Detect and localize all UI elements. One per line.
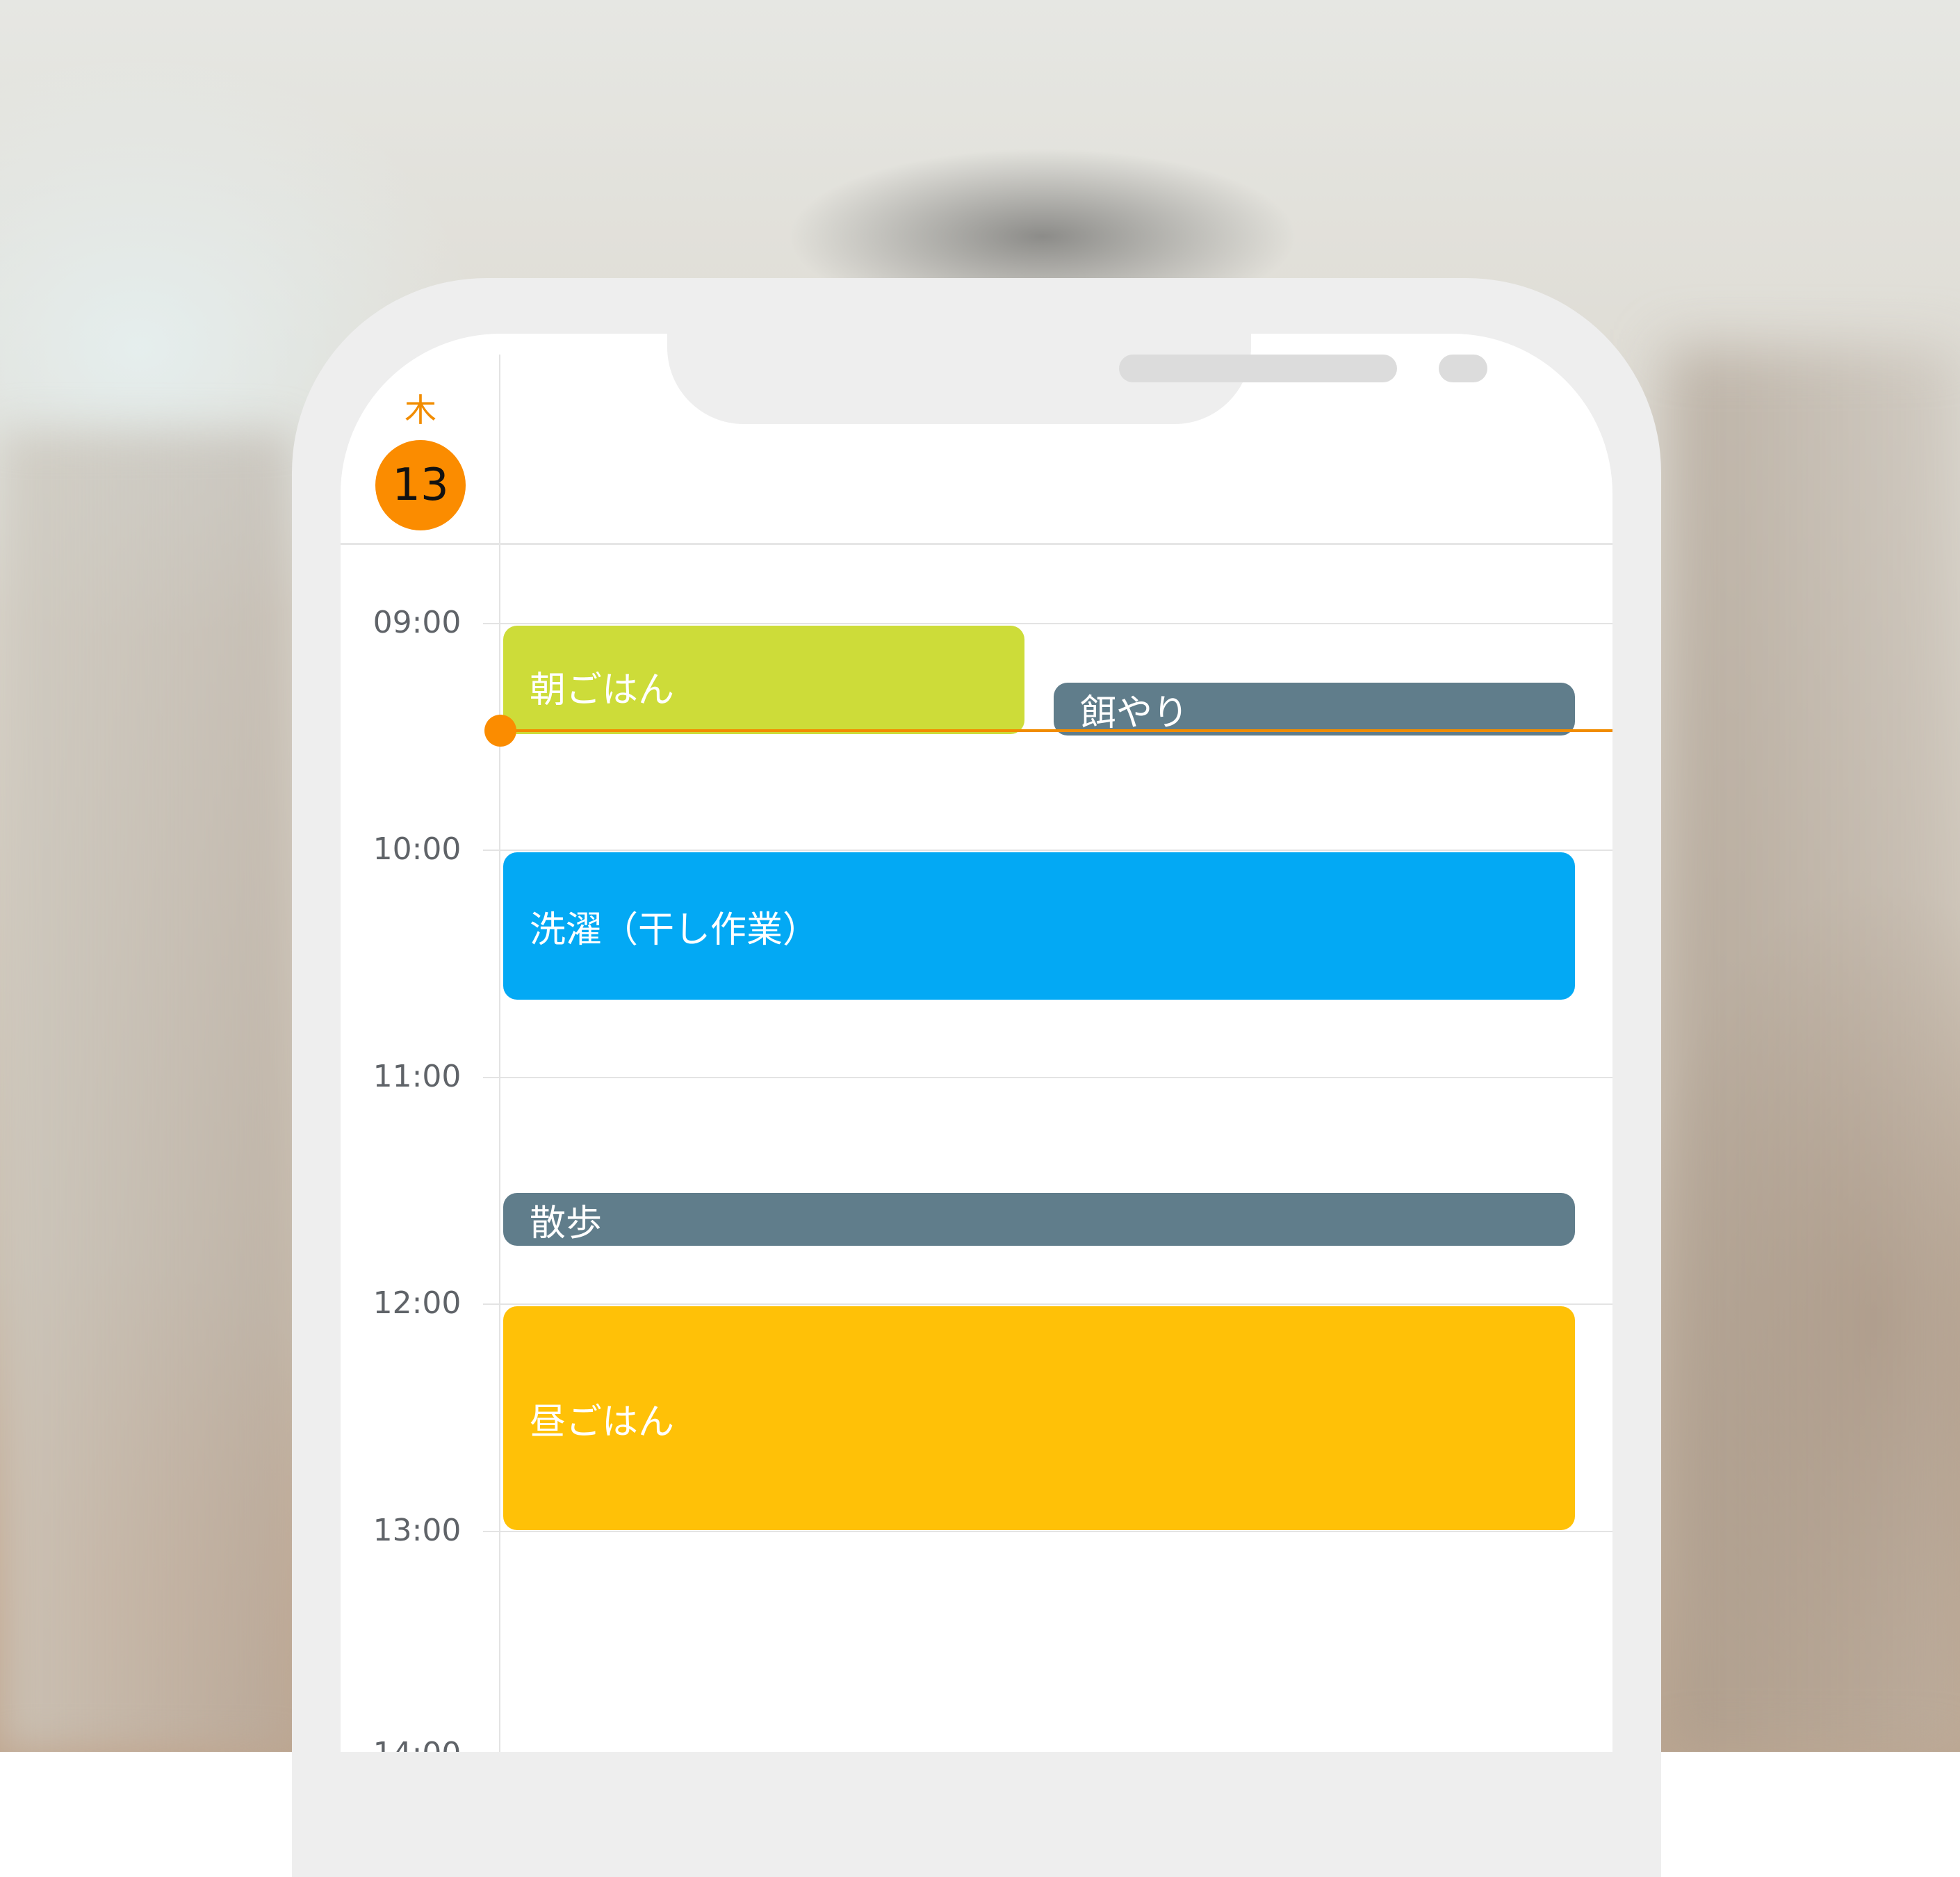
event-walk-title: 散歩: [530, 1202, 603, 1244]
background-wall-left: [0, 431, 292, 1752]
current-time-dot: [484, 715, 516, 747]
day-header[interactable]: 木 13: [341, 334, 500, 542]
event-lunch-title: 昼ごはん: [530, 1401, 675, 1443]
hour-label-1300: 13:00: [373, 1513, 462, 1548]
event-breakfast[interactable]: 朝ごはん: [503, 626, 1024, 734]
event-laundry[interactable]: 洗濯（干し作業）: [503, 852, 1575, 1000]
hour-label-1000: 10:00: [373, 831, 462, 867]
current-time-line: [502, 729, 1612, 732]
event-walk[interactable]: 散歩: [503, 1193, 1575, 1246]
hour-label-1100: 11:00: [373, 1059, 462, 1094]
event-feeding-title: 餌やり: [1080, 692, 1189, 734]
header-divider: [341, 543, 1612, 545]
time-column-divider: [499, 355, 500, 1752]
camera-icon: [1439, 355, 1487, 382]
hour-label-1400: 14:00: [341, 1737, 493, 1753]
speaker-icon: [1119, 355, 1397, 382]
today-date-badge[interactable]: 13: [375, 440, 466, 530]
event-laundry-title: 洗濯（干し作業）: [530, 909, 819, 951]
hour-label-1200: 12:00: [373, 1285, 462, 1321]
day-of-week-label: 木: [405, 391, 436, 429]
hour-line-1200: [483, 1303, 1612, 1305]
calendar-screen: 木 13 09:00 10:00 11:00 12:00 13:00 14:00…: [341, 334, 1612, 1752]
event-lunch[interactable]: 昼ごはん: [503, 1306, 1575, 1530]
event-breakfast-title: 朝ごはん: [530, 669, 675, 711]
hour-line-0900: [483, 623, 1612, 624]
hour-line-1300: [483, 1531, 1612, 1532]
event-feeding[interactable]: 餌やり: [1054, 683, 1575, 736]
background-wall-right: [1668, 348, 1960, 1752]
hour-label-0900: 09:00: [373, 605, 462, 640]
hour-line-1100: [483, 1077, 1612, 1078]
hour-line-1000: [483, 850, 1612, 851]
phone-notch: [667, 334, 1487, 424]
